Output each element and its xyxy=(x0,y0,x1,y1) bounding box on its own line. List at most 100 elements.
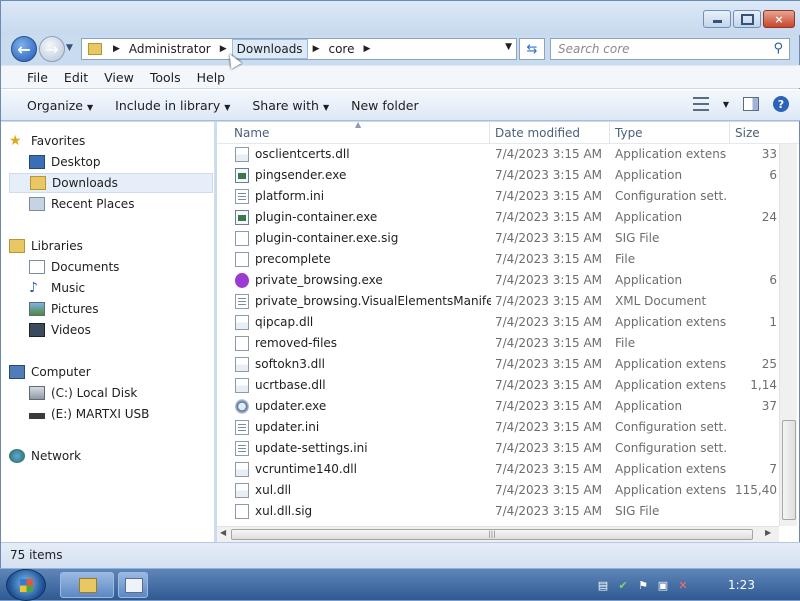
nav-videos[interactable]: Videos xyxy=(9,320,213,340)
table-row[interactable]: osclientcerts.dll 7/4/2023 3:15 AM Applica… xyxy=(217,144,779,165)
table-row[interactable]: ucrtbase.dll 7/4/2023 3:15 AM Application … xyxy=(217,375,779,396)
table-row[interactable]: removed-files 7/4/2023 3:15 AM File xyxy=(217,333,779,354)
table-row[interactable]: updater.exe 7/4/2023 3:15 AM Application 37 xyxy=(217,396,779,417)
chevron-down-icon[interactable]: ▼ xyxy=(723,100,729,109)
column-type[interactable]: Type xyxy=(615,126,643,140)
vertical-scrollbar[interactable] xyxy=(779,144,797,526)
nav-desktop[interactable]: Desktop xyxy=(9,152,213,172)
dll-file-icon xyxy=(235,147,249,162)
nav-documents[interactable]: Documents xyxy=(9,257,213,277)
nav-pictures[interactable]: Pictures xyxy=(9,299,213,319)
table-row[interactable]: softokn3.dll 7/4/2023 3:15 AM Application … xyxy=(217,354,779,375)
document-tray-icon[interactable]: ▤ xyxy=(596,578,610,592)
table-row[interactable]: precomplete 7/4/2023 3:15 AM File xyxy=(217,249,779,270)
breadcrumb-downloads[interactable]: Downloads xyxy=(231,39,308,59)
menu-edit[interactable]: Edit xyxy=(56,70,96,85)
history-dropdown-icon[interactable]: ▼ xyxy=(66,43,73,53)
nav-downloads[interactable]: Downloads xyxy=(9,173,213,193)
maximize-button[interactable] xyxy=(733,10,761,28)
address-bar[interactable]: ▶ Administrator ▶ Downloads ▶ core ▶ ▼ xyxy=(81,38,517,60)
back-button[interactable]: ← xyxy=(11,36,37,62)
nav-computer[interactable]: Computer xyxy=(9,362,213,382)
column-divider[interactable] xyxy=(729,122,730,144)
menu-tools[interactable]: Tools xyxy=(142,70,189,85)
breadcrumb-separator-icon[interactable]: ▶ xyxy=(358,44,375,54)
taskbar-explorer-button[interactable] xyxy=(60,572,114,598)
breadcrumb-separator-icon[interactable]: ▶ xyxy=(308,44,325,54)
back-arrow-icon: ← xyxy=(17,39,31,59)
menu-help[interactable]: Help xyxy=(189,70,234,85)
table-row[interactable]: vcruntime140.dll 7/4/2023 3:15 AM Applicat… xyxy=(217,459,779,480)
nav-usb-disk[interactable]: (E:) MARTXI USB xyxy=(9,404,213,424)
breadcrumb-separator-icon[interactable]: ▶ xyxy=(108,44,125,54)
start-button[interactable] xyxy=(6,569,46,601)
include-in-library-button[interactable]: Include in library ▼ xyxy=(107,98,238,113)
explorer-icon xyxy=(79,578,97,593)
column-divider[interactable] xyxy=(609,122,610,144)
security-tray-icon[interactable]: ✔ xyxy=(616,578,630,592)
file-size: 25 xyxy=(761,357,777,371)
column-name[interactable]: Name xyxy=(234,126,269,140)
file-name: ucrtbase.dll xyxy=(255,378,326,392)
share-with-button[interactable]: Share with ▼ xyxy=(244,98,337,113)
nav-network[interactable]: Network xyxy=(9,446,213,466)
dll-file-icon xyxy=(235,315,249,330)
search-icon[interactable]: ⚲ xyxy=(773,41,783,56)
help-icon[interactable]: ? xyxy=(773,96,789,112)
table-row[interactable]: pingsender.exe 7/4/2023 3:15 AM Applicatio… xyxy=(217,165,779,186)
minimize-icon xyxy=(704,11,730,27)
search-input[interactable] xyxy=(558,42,758,56)
scroll-right-icon[interactable]: ▶ xyxy=(765,528,771,537)
breadcrumb-administrator[interactable]: Administrator xyxy=(125,39,215,59)
nav-libraries[interactable]: Libraries xyxy=(9,236,213,256)
file-type: Application xyxy=(615,210,683,224)
organize-button[interactable]: Organize ▼ xyxy=(19,98,101,113)
nav-music[interactable]: ♪ Music xyxy=(9,278,213,298)
table-row[interactable]: plugin-container.exe 7/4/2023 3:15 AM Appl… xyxy=(217,207,779,228)
flag-tray-icon[interactable]: ⚑ xyxy=(636,578,650,592)
column-date-modified[interactable]: Date modified xyxy=(495,126,580,140)
table-row[interactable]: xul.dll.sig 7/4/2023 3:15 AM SIG File xyxy=(217,501,779,522)
view-options-icon[interactable] xyxy=(692,97,709,111)
table-row[interactable]: updater.ini 7/4/2023 3:15 AM Configuration… xyxy=(217,417,779,438)
taskbar-notepad-button[interactable] xyxy=(118,572,148,598)
nav-favorites[interactable]: ★ Favorites xyxy=(9,131,213,151)
refresh-button[interactable]: ⇆ xyxy=(519,38,545,60)
table-row[interactable]: private_browsing.exe 7/4/2023 3:15 AM Appl… xyxy=(217,270,779,291)
network-tray-icon[interactable]: ▣ xyxy=(656,578,670,592)
vertical-scroll-thumb[interactable] xyxy=(782,420,796,520)
volume-muted-tray-icon[interactable]: ✕ xyxy=(676,578,690,592)
table-row[interactable]: qipcap.dll 7/4/2023 3:15 AM Application ex… xyxy=(217,312,779,333)
new-folder-button[interactable]: New folder xyxy=(343,98,427,113)
preview-pane-icon[interactable] xyxy=(743,97,759,111)
network-icon xyxy=(9,449,25,463)
breadcrumb-core[interactable]: core xyxy=(324,39,358,59)
menu-view[interactable]: View xyxy=(96,70,142,85)
minimize-button[interactable] xyxy=(703,10,731,28)
menu-file[interactable]: File xyxy=(19,70,56,85)
table-row[interactable]: update-settings.ini 7/4/2023 3:15 AM Confi… xyxy=(217,438,779,459)
file-type: Configuration sett... xyxy=(615,189,727,203)
nav-recent-places[interactable]: Recent Places xyxy=(9,194,213,214)
scroll-left-icon[interactable]: ◀ xyxy=(220,528,226,537)
clock[interactable]: 1:23 xyxy=(728,578,755,592)
file-date: 7/4/2023 3:15 AM xyxy=(495,420,603,434)
table-row[interactable]: plugin-container.exe.sig 7/4/2023 3:15 AM… xyxy=(217,228,779,249)
horizontal-scrollbar[interactable]: ◀ ||| ▶ xyxy=(217,526,779,542)
column-divider[interactable] xyxy=(489,122,490,144)
nav-local-disk[interactable]: (C:) Local Disk xyxy=(9,383,213,403)
horizontal-scroll-thumb[interactable]: ||| xyxy=(231,529,753,540)
search-box[interactable]: ⚲ xyxy=(550,38,790,60)
close-button[interactable]: × xyxy=(763,10,795,28)
table-row[interactable]: platform.ini 7/4/2023 3:15 AM Configuratio… xyxy=(217,186,779,207)
table-row[interactable]: private_browsing.VisualElementsManifes..… xyxy=(217,291,779,312)
file-type: Application xyxy=(615,399,683,413)
file-type: Application extens... xyxy=(615,357,727,371)
forward-button[interactable]: → xyxy=(39,36,65,62)
column-size[interactable]: Size xyxy=(735,126,760,140)
breadcrumb-separator-icon[interactable]: ▶ xyxy=(215,44,232,54)
table-row[interactable]: xul.dll 7/4/2023 3:15 AM Application exten… xyxy=(217,480,779,501)
folder-icon xyxy=(88,43,102,55)
address-dropdown-icon[interactable]: ▼ xyxy=(505,42,512,52)
nav-label: Network xyxy=(31,449,82,463)
